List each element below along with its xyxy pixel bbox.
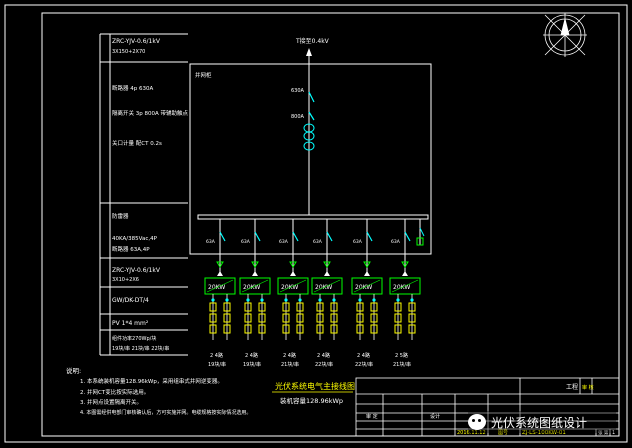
arrow-up-icon bbox=[252, 271, 258, 276]
cable-mid-spec: 3X10+2X6 bbox=[112, 277, 139, 283]
wechat-icon bbox=[468, 414, 486, 430]
feeder-breaker-icon bbox=[366, 231, 373, 242]
approve-label: 审 核 bbox=[582, 384, 594, 391]
feeder-branches: 63A20KW2 4路19块/串63A20KW2 4路19块/串63A20KW2… bbox=[204, 219, 421, 368]
drawing-border-outer bbox=[4, 4, 628, 443]
connector-dot bbox=[372, 298, 376, 302]
feeder-breaker-icon bbox=[292, 231, 299, 242]
surge-arrester-icon bbox=[416, 219, 425, 246]
feeder-breaker-icon bbox=[326, 231, 333, 242]
note-4: 4. 本图需经供电部门审核确认后，方可实施并网。电缆规格按实际情况选用。 bbox=[80, 409, 251, 416]
arrester-spec-b: 断路器 63A,4P bbox=[112, 245, 150, 253]
feeder-breaker-rating: 63A bbox=[206, 239, 216, 245]
notes-block: 说明: 1. 本系统装机容量128.96kWp，采用组串式并网逆变器。 2. 并… bbox=[66, 366, 251, 416]
main-panel-label: 并网柜 bbox=[195, 71, 212, 79]
module-count: 22块/串 bbox=[315, 361, 333, 368]
left-label-column: ZRC-YJV-0.6/1kV 3X150+2X70 断路器 4p 630A 隔… bbox=[99, 33, 188, 356]
string-count: 2 4路 bbox=[210, 352, 223, 359]
arrow-up-icon bbox=[306, 48, 312, 56]
watermark-text: 光伏系统图纸设计 bbox=[491, 415, 588, 430]
check-label: 审 定 bbox=[366, 413, 378, 420]
string-count: 2 4路 bbox=[317, 352, 330, 359]
capacity-label: 装机容量128.96kWp bbox=[280, 396, 343, 405]
connector-dot bbox=[298, 298, 302, 302]
module-count: 21块/串 bbox=[393, 361, 411, 368]
isolator-rating: 800A bbox=[291, 114, 305, 120]
cable-top-label: ZRC-YJV-0.6/1kV bbox=[112, 38, 161, 45]
connector-dot bbox=[358, 298, 362, 302]
string-count: 2 5路 bbox=[395, 352, 408, 359]
drawing-title: 光伏系统电气主接线图 bbox=[275, 381, 355, 391]
feeder-breaker-rating: 63A bbox=[241, 239, 251, 245]
arrow-up-icon bbox=[324, 271, 330, 276]
connector-dot bbox=[225, 298, 229, 302]
bus-bar bbox=[197, 214, 429, 220]
main-breaker-icon bbox=[308, 91, 315, 103]
feeder-breaker-icon bbox=[404, 231, 411, 242]
note-1: 1. 本系统装机容量128.96kWp，采用组串式并网逆变器。 bbox=[80, 377, 223, 385]
feeder-breaker-rating: 63A bbox=[313, 239, 323, 245]
note-2: 2. 并网CT变比按实际选用。 bbox=[80, 388, 149, 396]
feeder-breaker-rating: 63A bbox=[391, 239, 401, 245]
module-count: 22块/串 bbox=[355, 361, 373, 368]
string-count: 2 4路 bbox=[245, 352, 258, 359]
connector-dot bbox=[410, 298, 414, 302]
pv-cable-label: PV 1*4 mm² bbox=[112, 320, 149, 327]
main-breaker-rating: 630A bbox=[291, 88, 305, 94]
string-count: 2 4路 bbox=[357, 352, 370, 359]
arrester-spec-a: 40KA/385Vac,4P bbox=[112, 236, 158, 242]
drawing-border-inner bbox=[41, 12, 620, 437]
isolator-icon bbox=[308, 111, 315, 121]
module-label: 组件功率270Wp/块 bbox=[112, 335, 156, 342]
compass-icon bbox=[543, 13, 587, 57]
module-count: 19块/串 bbox=[243, 361, 261, 368]
inverter-cable-label: GW/DK-DT/4 bbox=[112, 297, 149, 304]
connector-dot bbox=[284, 298, 288, 302]
feeder-breaker-icon bbox=[254, 231, 261, 242]
arrester-header: 防雷器 bbox=[112, 212, 129, 220]
connector-dot bbox=[332, 298, 336, 302]
module-count: 19块/串 bbox=[208, 361, 226, 368]
notes-header: 说明: bbox=[66, 366, 81, 375]
module-count: 21块/串 bbox=[281, 361, 299, 368]
feeder-breaker-rating: 63A bbox=[353, 239, 363, 245]
arrow-up-icon bbox=[290, 271, 296, 276]
connector-dot bbox=[396, 298, 400, 302]
connector-dot bbox=[318, 298, 322, 302]
cable-mid-label: ZRC-YJV-0.6/1kV bbox=[112, 267, 161, 274]
schematic-canvas: ZRC-YJV-0.6/1kV 3X150+2X70 断路器 4p 630A 隔… bbox=[4, 4, 628, 443]
arrow-up-icon bbox=[217, 271, 223, 276]
design-label: 设计 bbox=[430, 413, 440, 420]
feeder-breaker-rating: 63A bbox=[279, 239, 289, 245]
arrow-up-icon bbox=[364, 271, 370, 276]
string-count: 2 4路 bbox=[283, 352, 296, 359]
top-feed-label: T接至0.4kV bbox=[295, 37, 330, 45]
feeder-breaker-icon bbox=[219, 231, 226, 242]
connector-dot bbox=[246, 298, 250, 302]
meter-label: 关口计量 配CT 0.2s bbox=[112, 139, 162, 147]
isolator-label: 隔离开关 3p 800A 带辅助触点 bbox=[112, 109, 188, 117]
breaker-label: 断路器 4p 630A bbox=[112, 84, 153, 92]
connector-dot bbox=[260, 298, 264, 302]
connector-dot bbox=[211, 298, 215, 302]
cable-top-spec: 3X150+2X70 bbox=[112, 49, 145, 55]
project-label: 工程 bbox=[566, 383, 578, 391]
arrow-up-icon bbox=[402, 271, 408, 276]
string-label: 19块/串 21块/串 22块/串 bbox=[112, 345, 169, 352]
note-3: 3. 并网点设置隔离开关。 bbox=[80, 398, 142, 406]
main-panel: 并网柜 T接至0.4kV 630A 800A bbox=[189, 37, 432, 255]
watermark: 光伏系统图纸设计 bbox=[468, 411, 616, 433]
